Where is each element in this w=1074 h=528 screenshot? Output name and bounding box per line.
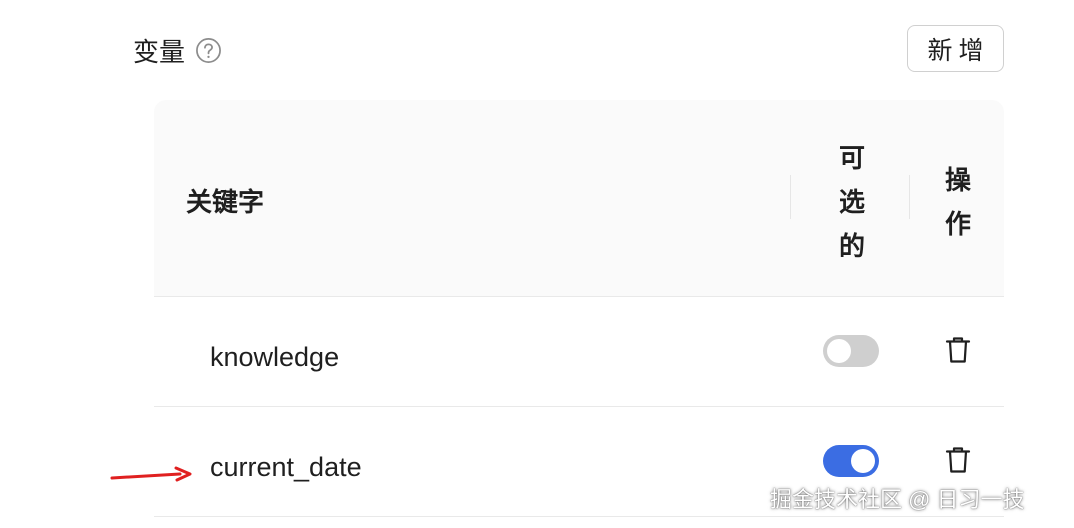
- column-divider: [790, 175, 791, 219]
- keyword-cell: knowledge: [210, 342, 340, 372]
- column-header-actions: 操作: [944, 165, 971, 239]
- table-header: 关键字 可选的 操作: [154, 100, 1004, 297]
- column-header-optional: 可选的: [838, 143, 865, 261]
- section-header: 变量: [133, 32, 222, 69]
- variables-table: 关键字 可选的 操作 knowledge current_date: [154, 100, 1004, 517]
- keyword-cell: current_date: [210, 452, 362, 482]
- column-divider: [909, 175, 910, 219]
- trash-icon[interactable]: [944, 335, 972, 365]
- question-circle-icon[interactable]: [195, 37, 222, 64]
- trash-icon[interactable]: [944, 445, 972, 475]
- table-row: knowledge: [154, 297, 1004, 407]
- section-title: 变量: [133, 37, 186, 67]
- annotation-arrow-icon: [110, 466, 192, 482]
- watermark: 掘金技术社区 @ 日习一技: [770, 487, 1025, 512]
- column-header-keyword: 关键字: [186, 187, 265, 217]
- toggle-knob: [851, 449, 875, 473]
- optional-toggle[interactable]: [823, 445, 879, 477]
- toggle-knob: [827, 339, 851, 363]
- add-variable-button[interactable]: 新增: [907, 25, 1004, 72]
- optional-toggle[interactable]: [823, 335, 879, 367]
